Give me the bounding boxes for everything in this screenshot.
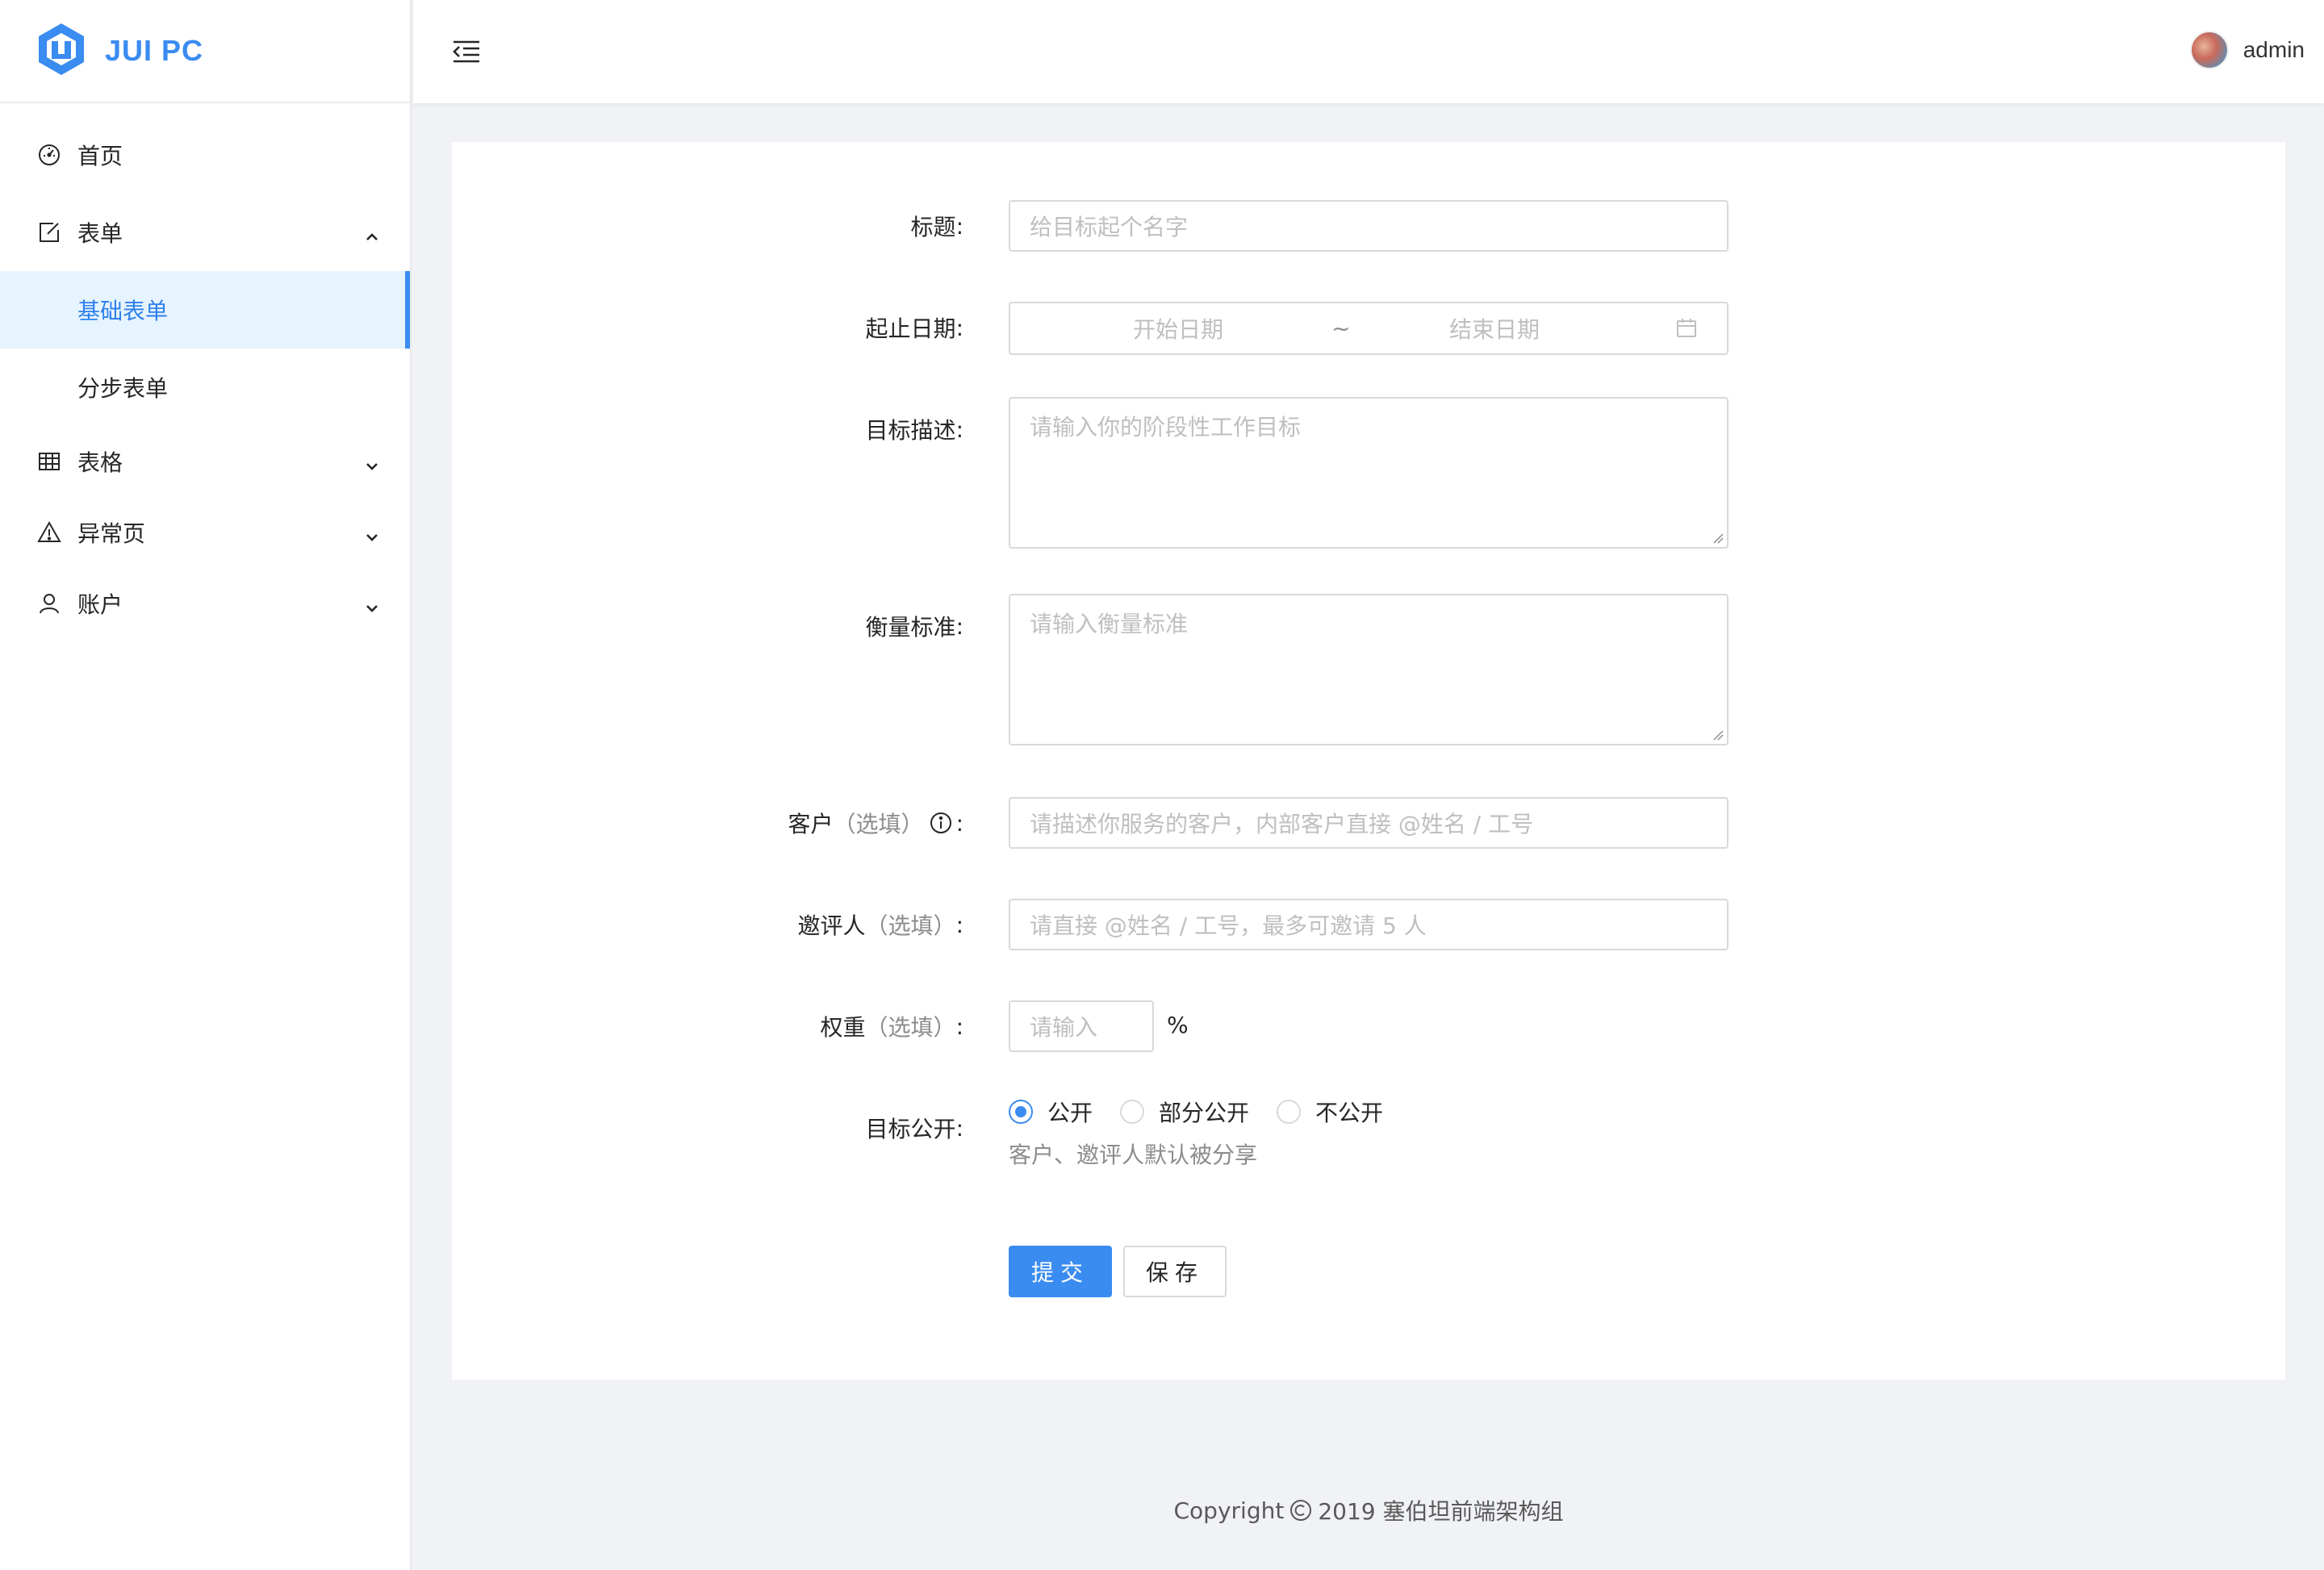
end-date-placeholder[interactable]: 结束日期 (1449, 312, 1540, 344)
goal-placeholder: 请输入你的阶段性工作目标 (1030, 414, 1302, 441)
menu-fold-icon[interactable] (450, 35, 483, 68)
goal-label: 目标描述: (865, 415, 963, 445)
copyright-icon (1289, 1498, 1313, 1522)
warning-icon (37, 520, 61, 545)
sidebar-item-form[interactable]: 表单 (0, 194, 410, 271)
title-label: 标题: (910, 212, 963, 241)
start-date-placeholder[interactable]: 开始日期 (1133, 312, 1223, 344)
sidebar-item-label: 异常页 (77, 520, 146, 547)
sidebar-item-label: 账户 (77, 591, 123, 618)
info-icon[interactable] (929, 811, 953, 835)
dashboard-icon (37, 143, 61, 167)
visibility-label: 目标公开: (865, 1114, 963, 1143)
title-input[interactable]: 给目标起个名字 (1009, 200, 1728, 252)
percent-suffix: % (1167, 1012, 1189, 1038)
calendar-icon (1675, 317, 1698, 340)
user-menu[interactable]: admin (2189, 31, 2305, 69)
sidebar-item-table[interactable]: 表格 (0, 426, 410, 497)
radio-button[interactable] (1120, 1100, 1145, 1124)
title-placeholder: 给目标起个名字 (1030, 214, 1189, 240)
goal-textarea[interactable]: 请输入你的阶段性工作目标 (1009, 397, 1728, 549)
standard-textarea[interactable]: 请输入衡量标准 (1009, 594, 1728, 745)
user-icon (37, 591, 61, 616)
sidebar-item-home[interactable]: 首页 (0, 116, 410, 194)
radio-button[interactable] (1009, 1100, 1033, 1124)
invitee-input[interactable]: 请直接 @姓名 / 工号，最多可邀请 5 人 (1009, 899, 1728, 950)
visibility-hint: 客户、邀评人默认被分享 (1009, 1142, 1258, 1168)
sidebar-item-label: 基础表单 (77, 298, 169, 324)
resize-handle-icon[interactable] (1712, 729, 1724, 741)
radio-label: 公开 (1047, 1100, 1093, 1126)
date-label: 起止日期: (865, 314, 963, 343)
date-separator: ~ (1331, 315, 1351, 342)
radio-private[interactable]: 不公开 (1277, 1096, 1383, 1128)
client-label: 客户 （选填） : (788, 809, 963, 838)
logo-icon (36, 22, 87, 80)
sidebar-item-step-form[interactable]: 分步表单 (0, 349, 410, 426)
footer: Copyright 2019 塞伯坦前端架构组 (413, 1494, 2324, 1526)
logo[interactable]: JUI PC (0, 0, 410, 103)
radio-label: 不公开 (1315, 1100, 1384, 1126)
weight-input[interactable]: 请输入 (1009, 1000, 1154, 1052)
submit-button[interactable]: 提交 (1009, 1246, 1112, 1297)
username: admin (2242, 37, 2305, 62)
invitee-label: 邀评人 （选填）: (797, 911, 963, 940)
chevron-up-icon (363, 224, 381, 240)
save-button[interactable]: 保存 (1123, 1246, 1227, 1297)
sidebar-item-label: 表格 (77, 449, 123, 476)
visibility-radio-group: 公开 部分公开 不公开 (1009, 1096, 1411, 1128)
standard-label: 衡量标准: (865, 612, 963, 641)
radio-button[interactable] (1277, 1100, 1302, 1124)
form-card: 标题: 给目标起个名字 起止日期: 开始日期 ~ 结束日期 目标描述: 请输入你… (452, 142, 2285, 1380)
sidebar-item-label: 分步表单 (77, 375, 169, 402)
chevron-down-icon (363, 453, 381, 470)
resize-handle-icon[interactable] (1712, 532, 1724, 544)
standard-placeholder: 请输入衡量标准 (1030, 611, 1189, 637)
sidebar-item-account[interactable]: 账户 (0, 568, 410, 639)
top-header: admin (413, 0, 2324, 103)
avatar[interactable] (2189, 31, 2229, 69)
date-range-picker[interactable]: 开始日期 ~ 结束日期 (1009, 302, 1728, 355)
client-input[interactable]: 请描述你服务的客户，内部客户直接 @姓名 / 工号 (1009, 797, 1728, 849)
logo-text: JUI PC (105, 34, 204, 67)
sidebar-menu: 首页 表单 基础表单 分步表单 表格 异常页 账户 (0, 103, 410, 639)
chevron-down-icon (363, 524, 381, 541)
footer-prefix: Copyright (1173, 1497, 1285, 1524)
sidebar: JUI PC 首页 表单 基础表单 分步表单 表格 异常页 账户 (0, 0, 412, 1570)
sidebar-item-exception[interactable]: 异常页 (0, 497, 410, 568)
chevron-down-icon (363, 595, 381, 612)
invitee-placeholder: 请直接 @姓名 / 工号，最多可邀请 5 人 (1030, 912, 1427, 939)
weight-label: 权重 （选填）: (820, 1013, 963, 1042)
footer-text: 2019 塞伯坦前端架构组 (1318, 1498, 1564, 1525)
sidebar-item-basic-form[interactable]: 基础表单 (0, 271, 410, 349)
radio-public[interactable]: 公开 (1009, 1096, 1093, 1128)
sidebar-item-label: 首页 (77, 143, 123, 169)
edit-icon (37, 220, 61, 244)
table-icon (37, 449, 61, 474)
client-placeholder: 请描述你服务的客户，内部客户直接 @姓名 / 工号 (1030, 811, 1534, 837)
radio-partial-public[interactable]: 部分公开 (1120, 1096, 1249, 1128)
sidebar-item-label: 表单 (77, 220, 123, 247)
radio-label: 部分公开 (1159, 1100, 1250, 1126)
weight-placeholder: 请输入 (1030, 1014, 1098, 1041)
